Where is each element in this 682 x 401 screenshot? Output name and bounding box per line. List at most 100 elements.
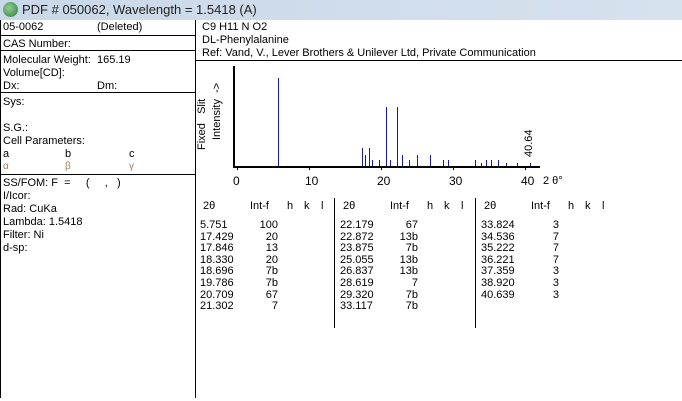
x-tick-label: 30	[449, 174, 463, 188]
header-h: h	[568, 200, 575, 212]
cell-intensity: 100	[259, 219, 278, 231]
window-title: PDF # 050062, Wavelength = 1.5418 (A)	[22, 2, 257, 17]
cell-intensity: 7	[552, 242, 559, 255]
header-k: k	[585, 200, 591, 212]
cell-intensity: 13b	[399, 253, 418, 266]
peak-bar	[401, 154, 403, 166]
column-divider	[475, 198, 476, 328]
header-int: Int-f	[531, 200, 550, 212]
volume: Volume[CD]:	[3, 67, 65, 79]
peak-bar	[448, 159, 450, 166]
mw-value: 165.19	[97, 54, 131, 66]
cell-parameters: Cell Parameters:	[3, 135, 85, 147]
pdf-number: 05-0062	[3, 21, 44, 33]
x-tick	[525, 166, 526, 170]
cell-intensity: 7	[271, 300, 278, 313]
cell-2theta: 17.429	[200, 230, 234, 243]
cell-intensity: 7b	[405, 300, 418, 313]
header-l: l	[461, 200, 464, 212]
x-tick	[381, 166, 382, 170]
peak-bar	[371, 159, 373, 166]
dx: Dx:	[3, 80, 20, 92]
divider	[0, 92, 195, 93]
cell-2theta: 35.222	[481, 242, 515, 255]
space-group: S.G.:	[3, 122, 29, 134]
cell-intensity: 13b	[399, 265, 418, 278]
column-divider	[334, 198, 335, 328]
cell-2theta: 26.837	[340, 265, 374, 278]
cell-intensity: 7b	[405, 288, 418, 301]
cell-2theta: 22.872	[340, 230, 374, 243]
header-h: h	[427, 200, 434, 212]
reference: Ref: Vand, V., Lever Brothers & Unilever…	[202, 47, 536, 59]
divider	[195, 60, 682, 61]
peak-bar	[362, 148, 364, 166]
cell-2theta: 38.920	[481, 277, 515, 289]
cell-beta: β	[65, 161, 71, 172]
peak-bar	[278, 78, 280, 166]
cell-intensity: 7	[552, 230, 559, 243]
x-tick-label: 0	[233, 174, 240, 188]
cell-a: a	[3, 148, 10, 160]
cell-2theta: 23.875	[340, 242, 374, 255]
peak-bar	[497, 159, 499, 166]
header-2theta: 2θ	[484, 200, 497, 212]
cell-intensity: 3	[552, 265, 559, 278]
cell-2theta: 25.055	[340, 253, 374, 266]
cell-2theta: 40.639	[481, 288, 515, 301]
cell-intensity: 20	[265, 253, 278, 266]
cell-intensity: 13	[265, 242, 278, 255]
peak-bar	[443, 159, 445, 166]
cell-2theta: 22.179	[340, 219, 374, 231]
x-axis	[233, 166, 540, 168]
cell-2theta: 17.846	[200, 242, 234, 255]
y-label-fixed-slit: Fixed Slit	[196, 98, 208, 150]
cell-intensity: 7	[411, 277, 418, 289]
cell-2theta: 5.751	[200, 219, 228, 231]
cell-2theta: 37.359	[481, 265, 515, 278]
cell-2theta: 33.117	[340, 300, 373, 313]
divider	[0, 174, 195, 175]
x-tick	[309, 166, 310, 170]
header-2theta: 2θ	[203, 200, 216, 212]
filter: Filter: Ni	[3, 229, 44, 241]
peak-bar	[485, 159, 487, 166]
x-axis-label: 2 θ°	[543, 175, 563, 187]
title-bar: PDF # 050062, Wavelength = 1.5418 (A)	[0, 0, 682, 20]
peak-bar	[475, 159, 477, 166]
cell-c: c	[129, 148, 135, 160]
peak-bar	[529, 163, 531, 166]
peak-bar	[386, 107, 388, 166]
lambda: Lambda: 1.5418	[3, 216, 83, 228]
header-l: l	[321, 200, 324, 212]
peak-bar	[480, 163, 482, 166]
peak-bar	[368, 148, 370, 166]
cell-intensity: 7b	[265, 265, 278, 278]
peak-bar	[365, 154, 367, 166]
header-k: k	[444, 200, 450, 212]
peak-bar	[417, 154, 419, 166]
cell-intensity: 7b	[265, 277, 278, 289]
cell-intensity: 7b	[405, 242, 418, 255]
x-tick-label: 10	[305, 174, 319, 188]
d-spacing: d-sp:	[3, 242, 28, 254]
header-int: Int-f	[250, 200, 269, 212]
left-border	[0, 20, 1, 398]
header-int: Int-f	[390, 200, 409, 212]
cell-intensity: 3	[552, 219, 559, 231]
cell-gamma: γ	[129, 161, 134, 172]
sys: Sys:	[3, 96, 25, 108]
cell-alpha: α	[3, 161, 9, 172]
cell-2theta: 18.330	[200, 253, 234, 266]
x-tick	[453, 166, 454, 170]
formula: C9 H11 N O2	[202, 21, 268, 33]
cell-2theta: 19.786	[200, 277, 234, 289]
header-k: k	[304, 200, 310, 212]
cell-2theta: 36.221	[481, 253, 515, 266]
cell-intensity: 67	[405, 219, 418, 231]
cell-b: b	[65, 148, 72, 160]
cell-intensity: 3	[552, 288, 559, 301]
peak-bar	[396, 107, 398, 166]
peak-annotation: 40.64	[522, 129, 535, 157]
peak-bar	[379, 159, 381, 166]
